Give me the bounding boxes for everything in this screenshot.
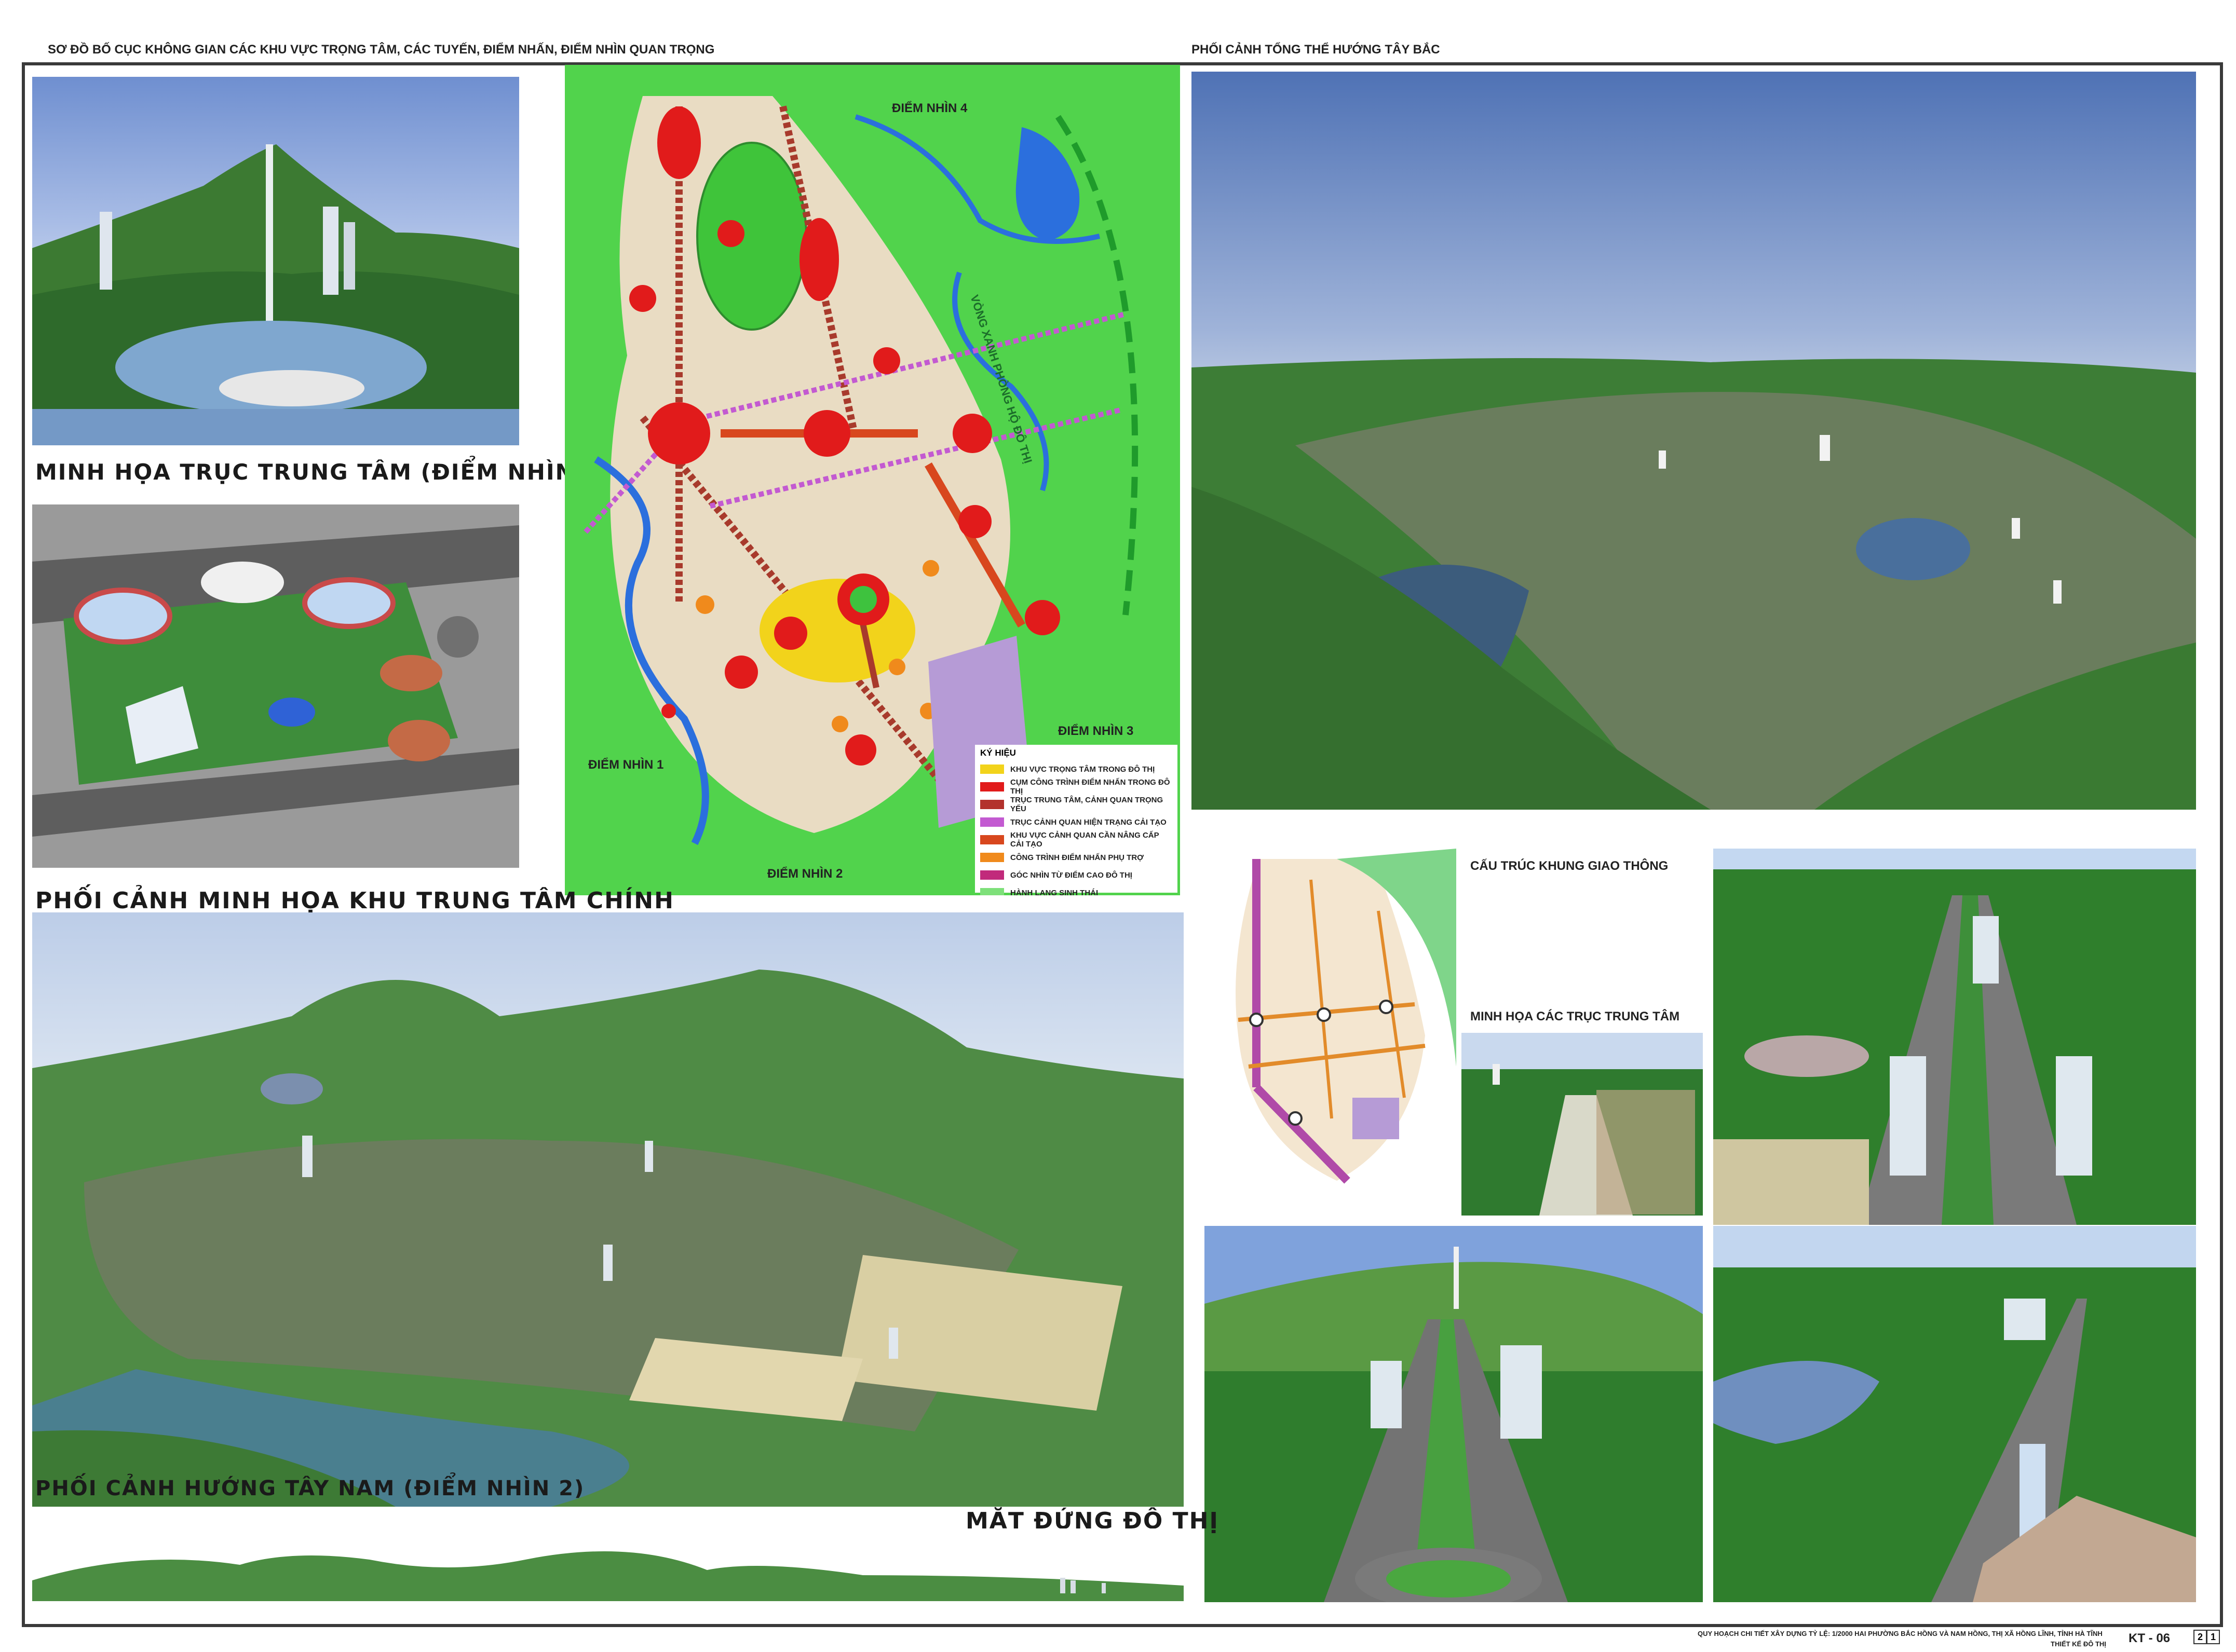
map-legend-swatch — [980, 782, 1004, 791]
boulevard-render-1-art — [1713, 849, 2196, 1225]
map-legend-label: KHU VỰC TRỌNG TÂM TRONG ĐÔ THỊ — [1010, 764, 1155, 774]
map-viewpoint-1: ĐIỂM NHÌN 1 — [588, 758, 664, 772]
northwest-perspective-render — [1191, 72, 2196, 810]
central-axes-small-art — [1461, 1033, 1703, 1216]
map-legend-swatch — [980, 800, 1004, 809]
boulevard-render-2 — [1204, 1226, 1703, 1602]
map-legend-item: TRỤC TRUNG TÂM, CẢNH QUAN TRỌNG YẾU — [980, 796, 1172, 813]
footer-sheet-type: THIẾT KẾ ĐÔ THỊ — [2051, 1640, 2106, 1648]
map-legend-item: KHU VỰC CẢNH QUAN CẦN NÂNG CẤP CẢI TẠO — [980, 831, 1172, 849]
northwest-perspective-art — [1191, 72, 2196, 810]
urban-elevation-render — [32, 1528, 1184, 1601]
map-legend-swatch — [980, 817, 1004, 827]
map-legend-swatch — [980, 764, 1004, 774]
central-axis-render-art — [32, 144, 519, 445]
map-viewpoint-3: ĐIỂM NHÌN 3 — [1058, 724, 1134, 738]
map-legend-item: GÓC NHÌN TỪ ĐIỂM CAO ĐÔ THỊ — [980, 866, 1172, 884]
layout-map: ĐIỂM NHÌN 4 ĐIỂM NHÌN 1 ĐIỂM NHÌN 2 ĐIỂM… — [565, 65, 1180, 895]
map-legend-swatch — [980, 835, 1004, 844]
map-legend-swatch — [980, 870, 1004, 880]
boulevard-render-1 — [1713, 849, 2196, 1225]
traffic-frame-map-art — [1236, 849, 1456, 1184]
lake-boulevard-render-art — [1713, 1226, 2196, 1602]
map-legend-list: KHU VỰC TRỌNG TÂM TRONG ĐÔ THỊ CỤM CÔNG T… — [980, 760, 1172, 895]
central-axes-header: MINH HỌA CÁC TRỤC TRUNG TÂM — [1470, 1009, 1680, 1023]
central-axis-render — [32, 77, 519, 445]
map-legend-item: CỤM CÔNG TRÌNH ĐIỂM NHẤN TRONG ĐÔ THỊ — [980, 778, 1172, 796]
map-legend-label: TRỤC TRUNG TÂM, CẢNH QUAN TRỌNG YẾU — [1010, 796, 1163, 813]
map-legend-label: GÓC NHÌN TỪ ĐIỂM CAO ĐÔ THỊ — [1010, 870, 1132, 880]
boulevard-render-2-art — [1204, 1226, 1703, 1602]
map-viewpoint-2: ĐIỂM NHÌN 2 — [767, 867, 843, 881]
traffic-frame-header: CẤU TRÚC KHUNG GIAO THÔNG — [1470, 859, 1669, 873]
map-legend-item: CÔNG TRÌNH ĐIỂM NHẤN PHỤ TRỢ — [980, 849, 1172, 866]
civic-center-render — [32, 504, 519, 868]
map-legend-label: CÔNG TRÌNH ĐIỂM NHẤN PHỤ TRỢ — [1010, 853, 1144, 862]
map-legend-title: KÝ HIỆU — [980, 748, 1016, 758]
map-legend-label: KHU VỰC CẢNH QUAN CẦN NÂNG CẤP CẢI TẠO — [1010, 831, 1159, 849]
map-legend-item: TRỤC CẢNH QUAN HIỆN TRẠNG CẢI TẠO — [980, 813, 1172, 831]
map-legend-label: HÀNH LANG SINH THÁI — [1010, 888, 1099, 896]
layout-diagram-header: SƠ ĐỒ BỐ CỤC KHÔNG GIAN CÁC KHU VỰC TRỌN… — [48, 43, 715, 57]
northwest-view-header: PHỐI CẢNH TỔNG THỂ HƯỚNG TÂY BẮC — [1191, 43, 1440, 57]
lake-boulevard-render — [1713, 1226, 2196, 1602]
map-legend-swatch — [980, 888, 1004, 895]
map-legend-label: CỤM CÔNG TRÌNH ĐIỂM NHẤN TRONG ĐÔ THỊ — [1010, 778, 1170, 796]
map-legend-item: KHU VỰC TRỌNG TÂM TRONG ĐÔ THỊ — [980, 760, 1172, 778]
map-legend-item: HÀNH LANG SINH THÁI — [980, 884, 1172, 895]
central-axis-view1-caption: MINH HỌA TRỤC TRUNG TÂM (ĐIỂM NHÌN 1) — [35, 459, 611, 485]
footer-project-title: QUY HOẠCH CHI TIẾT XÂY DỰNG TỶ LỆ: 1/200… — [1698, 1630, 2103, 1637]
footer-sheet-no-a: 2 — [2193, 1630, 2207, 1644]
footer-sheet-code: KT - 06 — [2129, 1631, 2171, 1645]
map-legend-label: TRỤC CẢNH QUAN HIỆN TRẠNG CẢI TẠO — [1010, 817, 1167, 827]
main-center-caption: PHỐI CẢNH MINH HỌA KHU TRUNG TÂM CHÍNH — [35, 888, 674, 914]
traffic-frame-map — [1207, 849, 1459, 1199]
main-center-render-art — [32, 912, 1184, 1507]
main-center-render — [32, 912, 1184, 1507]
footer-sheet-no-b: 1 — [2206, 1630, 2220, 1644]
central-axes-small-render — [1461, 1033, 1703, 1216]
urban-elevation-art — [32, 1551, 1184, 1601]
map-legend-swatch — [980, 853, 1004, 862]
map-legend: KÝ HIỆU KHU VỰC TRỌNG TÂM TRONG ĐÔ THỊ CỤ… — [975, 745, 1177, 895]
map-viewpoint-4: ĐIỂM NHÌN 4 — [892, 101, 968, 115]
southwest-view2-caption: PHỐI CẢNH HƯỚNG TÂY NAM (ĐIỂM NHÌN 2) — [35, 1477, 585, 1500]
civic-center-render-art — [32, 504, 519, 868]
